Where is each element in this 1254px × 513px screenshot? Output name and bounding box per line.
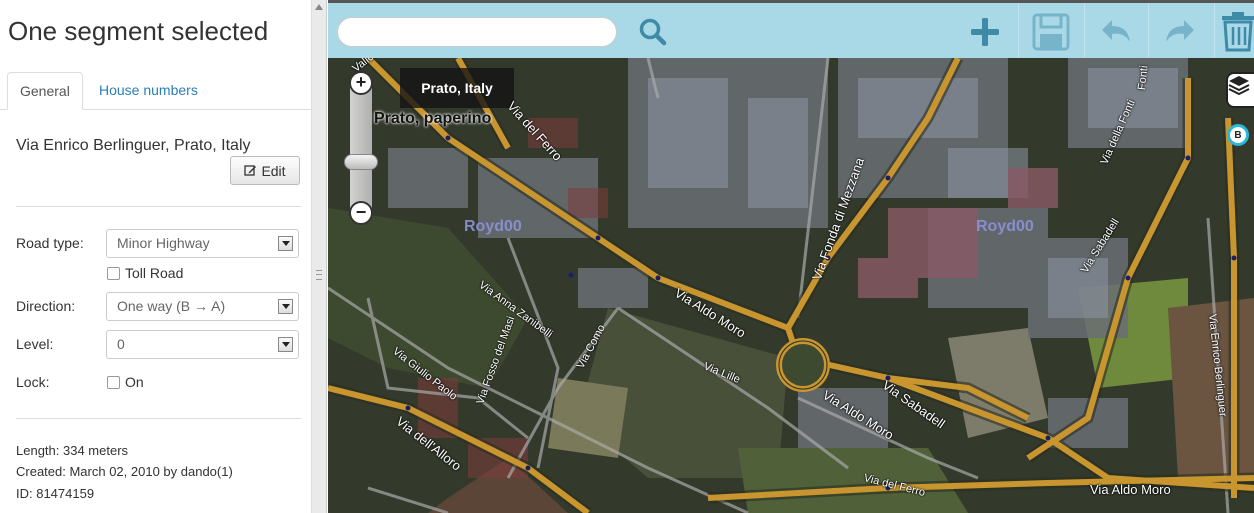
edit-button[interactable]: Edit <box>230 156 300 185</box>
chevron-down-icon <box>278 299 293 314</box>
toolbar-divider <box>1148 3 1149 58</box>
redo-icon[interactable] <box>1155 9 1205 55</box>
toolbar-divider <box>1214 3 1215 58</box>
road-label: Fonti <box>1136 65 1151 91</box>
direction-select[interactable]: One way (B → A) <box>106 292 299 321</box>
scrollbar[interactable] <box>312 0 326 513</box>
chevron-down-icon <box>278 236 293 251</box>
zoom-slider-handle[interactable] <box>344 154 378 170</box>
level-select[interactable]: 0 <box>106 330 299 359</box>
toll-road-label: Toll Road <box>125 265 184 281</box>
scroll-up-icon[interactable] <box>315 4 323 10</box>
lock-option-label: On <box>125 374 144 390</box>
search-icon[interactable] <box>628 9 678 55</box>
pencil-icon <box>244 165 257 176</box>
divider <box>16 206 301 207</box>
resize-grip-icon[interactable] <box>316 270 322 280</box>
add-icon[interactable] <box>960 9 1010 55</box>
segment-created: Created: March 02, 2010 by dando(1) <box>16 464 233 479</box>
road-type-select[interactable]: Minor Highway <box>106 229 299 258</box>
street-name: Via Enrico Berlinguer, Prato, Italy <box>16 137 251 154</box>
zoom-in-button[interactable]: + <box>349 71 373 95</box>
segment-length: Length: 334 meters <box>16 443 129 458</box>
direction-label: Direction: <box>16 298 76 314</box>
lock-label: Lock: <box>16 374 50 390</box>
map-canvas[interactable]: Prato, Italy Prato, paperino + − Royd00 … <box>328 58 1254 513</box>
search-input[interactable] <box>337 17 617 47</box>
panel-splitter[interactable] <box>311 0 327 513</box>
panel-title: One segment selected <box>8 16 269 46</box>
area-label: Royd00 <box>464 218 522 235</box>
toolbar-divider <box>1084 3 1085 58</box>
segment-id: ID: 81474159 <box>16 486 95 501</box>
divider <box>16 418 301 419</box>
zoom-slider[interactable] <box>350 80 372 216</box>
direction-value: One way (B → A) <box>117 298 226 314</box>
layers-icon <box>1228 76 1250 96</box>
location-chip: Prato, Italy <box>400 68 514 108</box>
toolbar-divider <box>1018 3 1019 58</box>
segment-panel: One segment selected General House numbe… <box>0 0 311 513</box>
undo-icon[interactable] <box>1091 9 1141 55</box>
layers-button[interactable] <box>1226 72 1254 108</box>
area-label: Royd00 <box>976 218 1034 235</box>
edit-button-label: Edit <box>261 162 286 179</box>
tab-house-numbers[interactable]: House numbers <box>87 72 210 110</box>
level-label: Level: <box>16 336 54 352</box>
zoom-out-button[interactable]: − <box>349 201 373 225</box>
road-type-value: Minor Highway <box>117 235 210 251</box>
road-type-label: Road type: <box>16 235 84 251</box>
delete-icon[interactable] <box>1220 9 1254 55</box>
segment-endpoint-marker[interactable]: B <box>1227 124 1249 146</box>
level-value: 0 <box>117 336 125 352</box>
lock-checkbox[interactable] <box>107 376 120 389</box>
road-label: Via Aldo Moro <box>1090 482 1171 497</box>
tab-general[interactable]: General <box>7 72 83 110</box>
location-overlay-label: Prato, paperino <box>374 110 492 127</box>
toll-road-checkbox[interactable] <box>107 267 120 280</box>
chevron-down-icon <box>278 337 293 352</box>
save-icon[interactable] <box>1026 9 1076 55</box>
panel-tabs: General House numbers <box>0 72 311 110</box>
map-toolbar <box>328 0 1254 58</box>
